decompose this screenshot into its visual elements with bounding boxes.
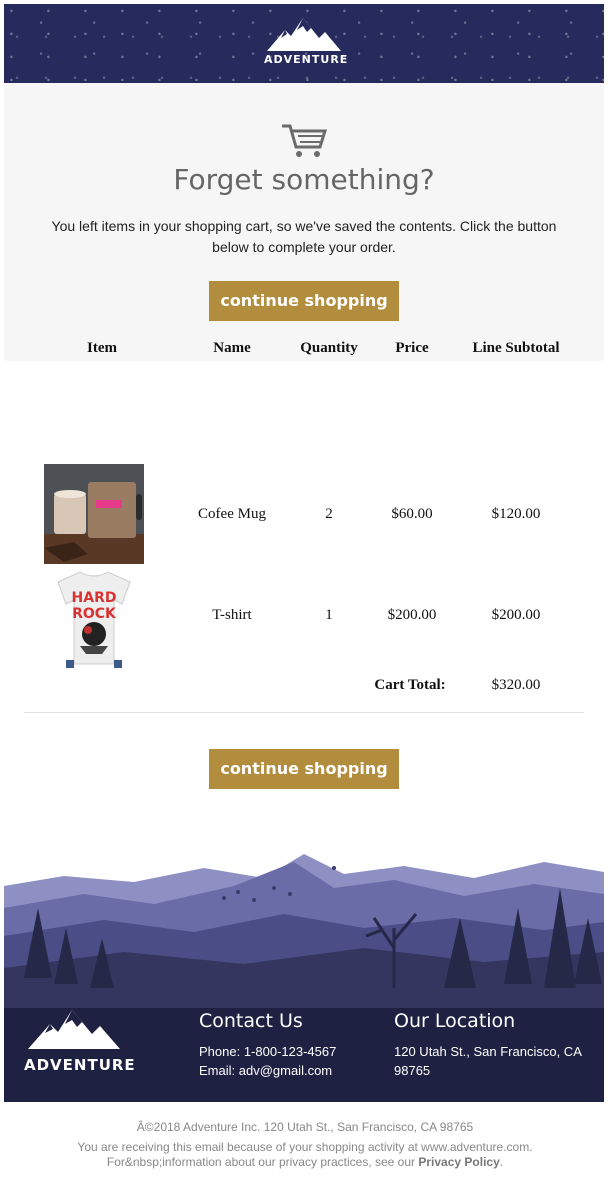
item-quantity: 1 (325, 607, 333, 623)
privacy-policy-link[interactable]: Privacy Policy (418, 1155, 499, 1169)
column-header-name: Name (213, 340, 251, 356)
cart-total-label: Cart Total: (374, 677, 446, 693)
item-name: T-shirt (212, 607, 252, 623)
continue-shopping-button[interactable]: continue shopping (209, 281, 399, 321)
continue-shopping-button-bottom[interactable]: continue shopping (209, 749, 399, 789)
copyright-text: Â©2018 Adventure Inc. 120 Utah St., San … (136, 1120, 474, 1134)
privacy-notice-text: For&nbsp;information about our privacy p… (106, 1155, 416, 1169)
cart-total-value: $320.00 (491, 677, 541, 693)
contact-section: Contact Us Phone: 1-800-123-4567 Email: … (199, 1010, 369, 1080)
contact-phone[interactable]: Phone: 1-800-123-4567 (199, 1042, 369, 1061)
svg-text:ROCK: ROCK (72, 606, 117, 622)
item-subtotal: $200.00 (491, 607, 541, 623)
tshirt-photo[interactable]: HARD ROCK (44, 568, 144, 668)
activity-notice: You are receiving this email because of … (77, 1140, 533, 1154)
privacy-notice: For&nbsp;information about our privacy p… (0, 1155, 610, 1170)
hero-message: You left items in your shopping cart, so… (51, 218, 557, 255)
email-header: ADVENTURE (4, 4, 604, 83)
shopping-cart-icon (282, 124, 328, 157)
item-name: Cofee Mug (198, 506, 266, 522)
svg-text:HARD: HARD (72, 590, 117, 606)
privacy-notice-period: . (499, 1155, 504, 1169)
table-divider (24, 712, 584, 713)
column-header-price: Price (395, 340, 429, 356)
coffee-mug-photo[interactable] (44, 464, 144, 564)
location-heading: Our Location (394, 1010, 516, 1032)
column-header-quantity: Quantity (300, 340, 358, 356)
item-price: $200.00 (387, 607, 437, 623)
item-quantity: 2 (325, 506, 333, 522)
mountain-logo-icon (267, 18, 341, 51)
hero-title: Forget something? (173, 163, 435, 196)
legal-footer: Â©2018 Adventure Inc. 120 Utah St., San … (0, 1120, 610, 1170)
footer-brand-logo[interactable]: ADVENTURE (24, 1008, 136, 1074)
item-subtotal: $120.00 (491, 506, 541, 522)
item-price: $60.00 (391, 506, 433, 522)
column-header-subtotal: Line Subtotal (472, 340, 560, 356)
email-footer: ADVENTURE Contact Us Phone: 1-800-123-45… (4, 848, 604, 1102)
brand-name: ADVENTURE (264, 53, 349, 66)
hero-section: Forget something? You left items in your… (4, 83, 604, 361)
contact-email[interactable]: Email: adv@gmail.com (199, 1061, 369, 1080)
location-address: 120 Utah St., San Francisco, CA 98765 (394, 1044, 582, 1078)
location-section: Our Location 120 Utah St., San Francisco… (394, 1010, 594, 1080)
footer-brand-name: ADVENTURE (24, 1056, 136, 1074)
brand-logo[interactable]: ADVENTURE (264, 16, 349, 66)
column-header-item: Item (87, 340, 117, 356)
mountain-logo-icon (28, 1010, 120, 1049)
contact-heading: Contact Us (199, 1010, 303, 1032)
